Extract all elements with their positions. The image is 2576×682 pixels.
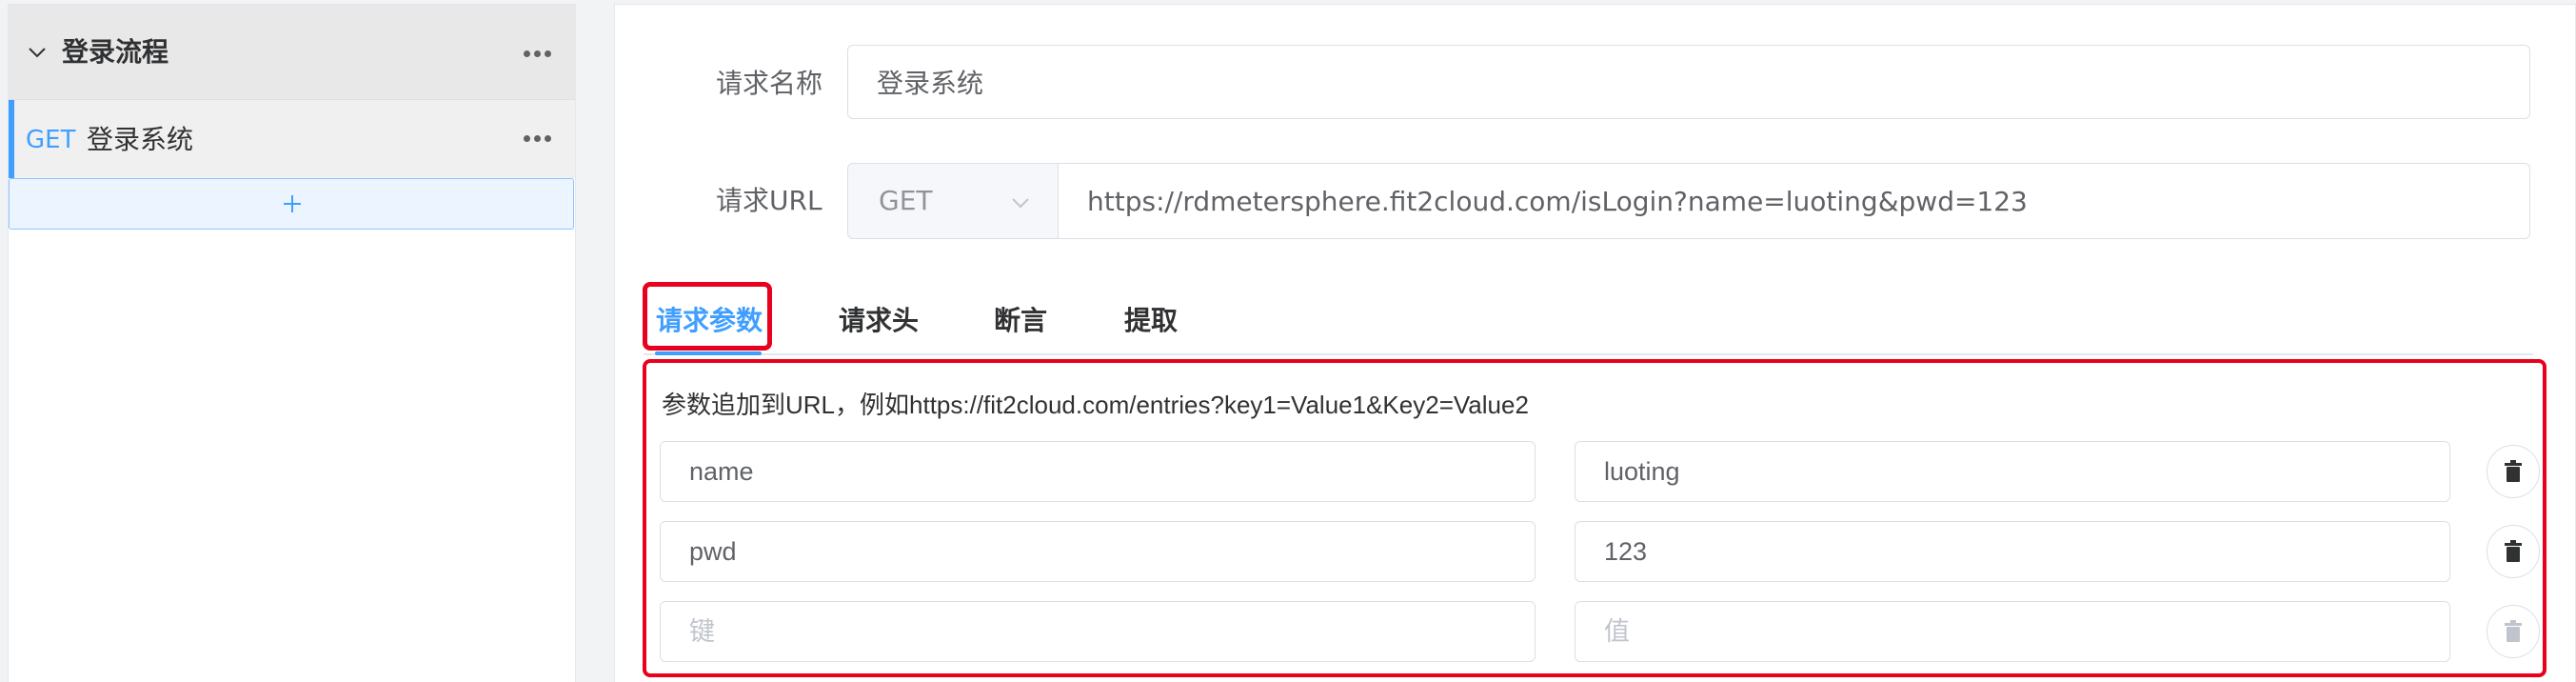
param-value-input[interactable] <box>1575 441 2450 502</box>
chevron-down-icon <box>1012 198 1029 209</box>
more-horizontal-icon[interactable] <box>524 134 552 144</box>
request-name-label: 请求名称 <box>716 68 823 99</box>
chevron-down-icon[interactable] <box>26 41 49 64</box>
active-indicator <box>9 100 14 178</box>
request-method-label: GET <box>26 126 76 154</box>
tab-assertions[interactable]: 断言 <box>994 302 1047 340</box>
request-item[interactable]: GET 登录系统 <box>9 100 575 178</box>
plus-icon <box>284 195 301 212</box>
trash-icon <box>2505 540 2522 562</box>
tab-request-headers[interactable]: 请求头 <box>839 302 919 340</box>
scenario-header[interactable]: 登录流程 <box>9 5 575 100</box>
method-select[interactable]: GET <box>847 163 1059 239</box>
delete-param-button[interactable] <box>2487 445 2540 498</box>
tab-highlight-box <box>643 282 772 351</box>
trash-icon <box>2505 620 2522 642</box>
params-panel: 参数追加到URL，例如https://fit2cloud.com/entries… <box>643 359 2546 677</box>
param-key-input[interactable] <box>660 441 1536 502</box>
more-horizontal-icon[interactable] <box>524 50 552 59</box>
trash-icon <box>2505 460 2522 482</box>
delete-param-button[interactable] <box>2487 525 2540 578</box>
request-editor: 请求名称 请求URL GET 请求参数 请求头 断言 提取 参数追加到URL，例… <box>614 4 2576 682</box>
param-value-input[interactable] <box>1575 601 2450 662</box>
add-request-button[interactable] <box>9 178 574 230</box>
request-url-input[interactable] <box>1058 163 2530 239</box>
param-key-input[interactable] <box>660 521 1536 582</box>
params-hint: 参数追加到URL，例如https://fit2cloud.com/entries… <box>662 391 1529 419</box>
request-name-label: 登录系统 <box>87 124 194 155</box>
request-url-label: 请求URL <box>716 185 822 216</box>
method-select-value: GET <box>879 185 933 216</box>
tab-extract[interactable]: 提取 <box>1124 302 1178 340</box>
active-tab-underline <box>655 351 762 355</box>
param-key-input[interactable] <box>660 601 1536 662</box>
scenario-sidebar: 登录流程 GET 登录系统 <box>8 4 576 682</box>
request-name-input[interactable] <box>847 45 2530 119</box>
tab-divider <box>644 353 2533 355</box>
param-value-input[interactable] <box>1575 521 2450 582</box>
scenario-title: 登录流程 <box>62 36 169 68</box>
delete-param-button <box>2487 605 2540 658</box>
